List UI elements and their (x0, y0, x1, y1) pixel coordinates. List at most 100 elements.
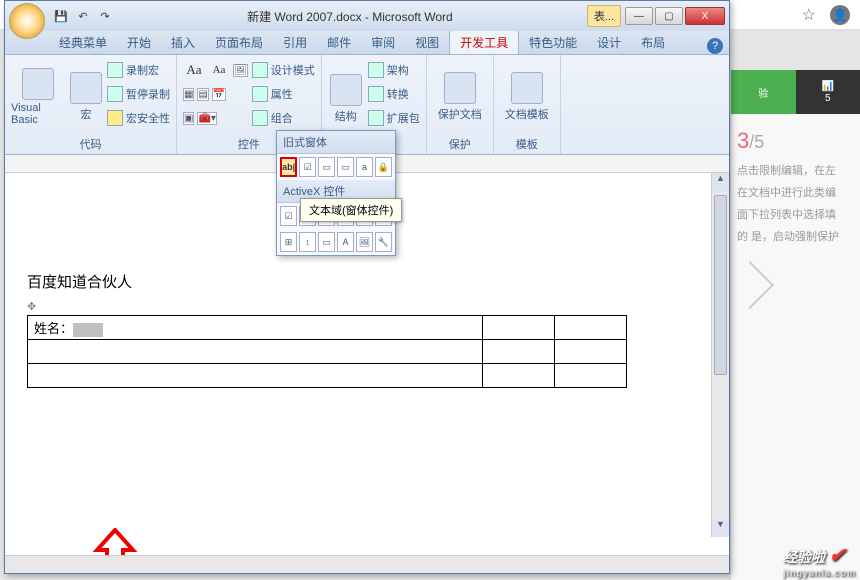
frame-icon[interactable]: ▭ (337, 157, 354, 177)
save-icon[interactable]: 💾 (53, 8, 69, 24)
help-icon[interactable]: ? (707, 38, 723, 54)
protect-document-button[interactable]: 保护文档 (433, 59, 487, 134)
rich-text-control-icon[interactable]: Aa (183, 59, 205, 81)
document-template-button[interactable]: 文档模板 (500, 59, 554, 134)
bar-chart-icon: 📊 (822, 81, 834, 92)
pause-recording-button[interactable]: 暂停录制 (107, 83, 170, 105)
form-table[interactable]: 姓名： (27, 315, 627, 388)
side-tab-experience[interactable]: 验 (731, 70, 796, 114)
ax-spin-icon[interactable]: ↕ (299, 232, 316, 252)
maximize-button[interactable]: ▢ (655, 7, 683, 25)
tab-home[interactable]: 开始 (117, 31, 161, 54)
doc-heading: 百度知道合伙人 (27, 271, 707, 292)
word-window: 💾 ↶ ↷ 新建 Word 2007.docx - Microsoft Word… (4, 0, 730, 574)
macros-button[interactable]: 宏 (69, 59, 103, 134)
step-description: 点击限制编辑，在左 在文档中进行此类编 面下拉列表中选择填 的 是，启动强制保护 (731, 154, 860, 254)
schema-button[interactable]: 架构 (368, 59, 420, 81)
dropdown-control-icon[interactable]: ▤ (197, 88, 208, 101)
date-control-icon[interactable]: 📅 (212, 88, 226, 101)
undo-icon[interactable]: ↶ (75, 8, 91, 24)
side-tab-stats[interactable]: 📊5 (796, 70, 860, 114)
group-label-code: 代码 (11, 134, 170, 152)
scroll-down-icon[interactable]: ▼ (712, 519, 729, 537)
record-macro-button[interactable]: 录制宏 (107, 59, 170, 81)
protect-icon (444, 72, 476, 104)
window-title: 新建 Word 2007.docx - Microsoft Word (113, 8, 587, 25)
horizontal-scrollbar[interactable] (5, 555, 729, 573)
tab-special[interactable]: 特色功能 (519, 31, 587, 54)
watermark: 经验啦 ✔ jingyanla.com (783, 543, 856, 578)
next-arrow-icon[interactable] (726, 261, 774, 309)
ax-toggle-icon[interactable]: ⊞ (280, 232, 297, 252)
bookmark-star-icon[interactable]: ☆ (802, 5, 816, 25)
close-button[interactable]: X (685, 7, 725, 25)
shading-icon[interactable]: a (356, 157, 373, 177)
tab-page-layout[interactable]: 页面布局 (205, 31, 273, 54)
table-row (28, 364, 627, 388)
ax-more-icon[interactable]: 🔧 (375, 232, 392, 252)
structure-icon (330, 74, 362, 106)
group-icon (252, 110, 268, 126)
text-form-field-icon[interactable]: ab| (280, 157, 297, 177)
properties-icon (252, 86, 268, 102)
building-block-icon[interactable]: ▣ (183, 112, 194, 125)
popup-header: 旧式窗体 (277, 131, 395, 154)
expansion-pack-button[interactable]: 扩展包 (368, 107, 420, 129)
check-icon: ✔ (829, 545, 846, 567)
transform-button[interactable]: 转换 (368, 83, 420, 105)
tab-references[interactable]: 引用 (273, 31, 317, 54)
plain-text-control-icon[interactable]: Aa (208, 59, 230, 81)
design-mode-button[interactable]: 设计模式 (252, 59, 315, 81)
article-sidebar: 验 📊5 3/5 点击限制编辑，在左 在文档中进行此类编 面下拉列表中选择填 的… (730, 70, 860, 580)
table-move-handle-icon[interactable]: ✥ (27, 300, 707, 313)
tab-mailings[interactable]: 邮件 (317, 31, 361, 54)
pause-icon (107, 86, 123, 102)
structure-button[interactable]: 结构 (328, 59, 364, 138)
name-cell[interactable]: 姓名： (28, 316, 483, 340)
tab-insert[interactable]: 插入 (161, 31, 205, 54)
reset-icon[interactable]: 🔒 (375, 157, 392, 177)
tab-design[interactable]: 设计 (587, 31, 631, 54)
scroll-up-icon[interactable]: ▲ (712, 173, 729, 191)
tab-view[interactable]: 视图 (405, 31, 449, 54)
tab-layout[interactable]: 布局 (631, 31, 675, 54)
template-icon (511, 72, 543, 104)
vertical-scrollbar[interactable]: ▲ ▼ (711, 173, 729, 537)
scroll-thumb[interactable] (714, 195, 727, 375)
ax-image-icon[interactable]: 🖼 (356, 232, 373, 252)
group-button[interactable]: 组合 (252, 107, 315, 129)
tab-developer[interactable]: 开发工具 (449, 30, 519, 54)
contextual-tab-label: 表... (587, 5, 621, 27)
office-button[interactable] (9, 3, 45, 39)
redo-icon[interactable]: ↷ (97, 8, 113, 24)
minimize-button[interactable]: — (625, 7, 653, 25)
shield-icon (107, 110, 123, 126)
combo-control-icon[interactable]: ▦ (183, 88, 194, 101)
properties-button[interactable]: 属性 (252, 83, 315, 105)
quick-access-toolbar: 💾 ↶ ↷ (53, 8, 113, 24)
profile-avatar[interactable]: 👤 (830, 5, 850, 25)
tab-classic[interactable]: 经典菜单 (49, 31, 117, 54)
step-indicator: 3/5 (731, 114, 860, 154)
dropdown-form-field-icon[interactable]: ▭ (318, 157, 335, 177)
checkbox-form-field-icon[interactable]: ☑ (299, 157, 316, 177)
schema-icon (368, 62, 384, 78)
macro-security-button[interactable]: 宏安全性 (107, 107, 170, 129)
tab-review[interactable]: 审阅 (361, 31, 405, 54)
picture-control-icon[interactable]: 🖼 (233, 64, 248, 77)
macro-icon (70, 72, 102, 104)
visual-basic-button[interactable]: Visual Basic (11, 59, 65, 134)
ribbon-tabs: 经典菜单 开始 插入 页面布局 引用 邮件 审阅 视图 开发工具 特色功能 设计… (5, 31, 729, 55)
annotation-arrow-icon (93, 528, 137, 555)
legacy-tools-icon[interactable]: 🧰▾ (197, 112, 216, 125)
table-row (28, 340, 627, 364)
group-label-template: 模板 (500, 134, 554, 152)
design-mode-icon (252, 62, 268, 78)
expansion-icon (368, 110, 384, 126)
text-form-field[interactable] (73, 323, 103, 337)
ax-label-icon[interactable]: A (337, 232, 354, 252)
ax-checkbox-icon[interactable]: ☑ (280, 206, 297, 226)
ax-scroll-icon[interactable]: ▭ (318, 232, 335, 252)
record-icon (107, 62, 123, 78)
titlebar: 💾 ↶ ↷ 新建 Word 2007.docx - Microsoft Word… (5, 1, 729, 31)
